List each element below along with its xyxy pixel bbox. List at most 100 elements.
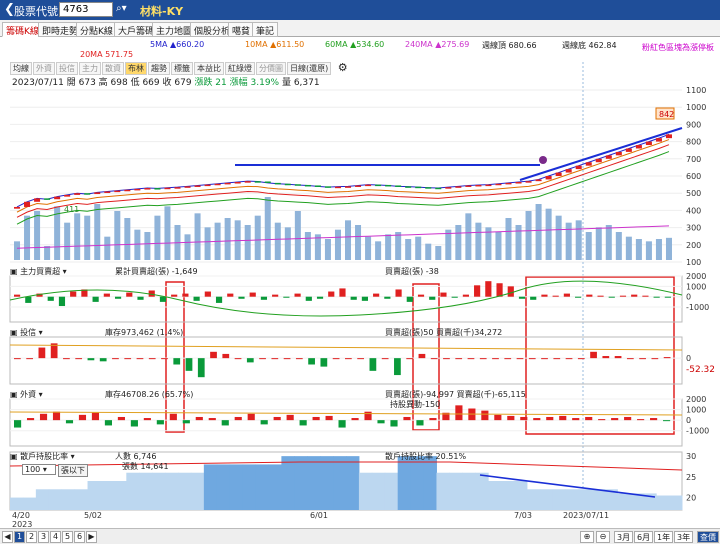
range-3y[interactable]: 3年	[674, 531, 694, 543]
net-bar	[260, 420, 268, 425]
volume-bar	[104, 236, 111, 260]
candle	[174, 187, 181, 189]
net-bar	[357, 358, 365, 360]
y-tick-label: 300	[686, 224, 701, 233]
y-tick-label: 0	[686, 416, 691, 425]
zoom-out-icon[interactable]: ⊖	[596, 531, 610, 543]
panel-trust-title[interactable]: ▣ 投信 ▾	[10, 327, 43, 338]
panel-foreign-title[interactable]: ▣ 外資 ▾	[10, 389, 43, 400]
panel-retail-shares: 張數 14,641	[122, 462, 169, 471]
retail-threshold-select[interactable]: 100 ▾	[22, 464, 56, 475]
net-bar	[559, 415, 567, 421]
volume-bar	[14, 241, 21, 260]
net-bar	[416, 420, 424, 426]
volume-bar	[314, 234, 321, 260]
price-query-button[interactable]: 查價	[697, 531, 719, 543]
settings-gear-icon[interactable]: ⚙	[338, 61, 348, 74]
tab-chip-kline[interactable]: 籌碼K線	[2, 22, 43, 37]
retail-area	[604, 489, 618, 510]
panel-main-force-title[interactable]: ▣ 主力買賣超 ▾	[10, 266, 67, 277]
page-3[interactable]: 3	[38, 531, 49, 543]
net-bar	[299, 420, 307, 426]
candle	[134, 188, 141, 191]
net-bar	[650, 418, 658, 421]
highlight-box	[525, 276, 675, 435]
volume-bar	[144, 232, 151, 260]
volume-bar	[515, 225, 522, 260]
ma20-label: 20MA 571.75	[80, 50, 134, 59]
toolbar-traffic[interactable]: 紅綠燈	[225, 62, 255, 75]
tab-branch-kline[interactable]: 分點K線	[76, 22, 117, 37]
toolbar-period-select[interactable]: 日線(還原)	[287, 62, 332, 75]
net-bar	[193, 296, 200, 301]
net-bar	[173, 358, 181, 365]
volume-bar	[365, 236, 372, 260]
tab-misc[interactable]: 噶貧	[228, 22, 255, 37]
net-bar	[161, 358, 168, 360]
page-1[interactable]: 1	[14, 531, 25, 543]
toolbar-foreign[interactable]: 外資	[33, 62, 55, 75]
range-1y[interactable]: 1年	[654, 531, 674, 543]
net-bar	[312, 416, 320, 421]
net-bar	[99, 358, 107, 362]
page-6[interactable]: 6	[74, 531, 85, 543]
candle	[264, 181, 271, 184]
page-5[interactable]: 5	[62, 531, 73, 543]
retail-area	[565, 489, 580, 510]
toolbar-main[interactable]: 主力	[79, 62, 101, 75]
retail-area	[526, 489, 541, 510]
net-bar	[653, 296, 660, 298]
candle	[405, 186, 412, 188]
info-change: 漲跌 21	[194, 78, 227, 88]
page-2[interactable]: 2	[26, 531, 37, 543]
net-bar	[516, 358, 524, 360]
retail-area	[139, 472, 153, 510]
net-bar	[518, 296, 526, 299]
page-4[interactable]: 4	[50, 531, 61, 543]
toolbar-bollinger[interactable]: 布林	[125, 62, 147, 75]
toolbar-retail[interactable]: 散資	[102, 62, 124, 75]
candle	[615, 151, 622, 156]
toolbar-trend[interactable]: 趨勢	[148, 62, 170, 75]
volume-bar	[605, 225, 612, 260]
net-bar	[541, 358, 548, 360]
toolbar-trust[interactable]: 投信	[56, 62, 78, 75]
net-bar	[14, 294, 21, 297]
signal-marker	[539, 156, 547, 164]
zoom-in-icon[interactable]: ⊕	[580, 531, 594, 543]
net-bar	[169, 413, 177, 421]
toolbar-tag[interactable]: 標籤	[171, 62, 193, 75]
net-bar	[443, 358, 450, 360]
net-bar	[430, 358, 438, 360]
scroll-right-button[interactable]: ▶	[86, 531, 97, 543]
net-bar	[418, 353, 426, 359]
candle	[144, 188, 151, 190]
volume-bar	[465, 213, 472, 260]
volume-bar	[284, 227, 291, 260]
tab-notes[interactable]: 筆記	[252, 22, 279, 37]
volume-bar	[254, 215, 261, 260]
toolbar-pe[interactable]: 本益比	[194, 62, 224, 75]
ma60-line	[16, 151, 670, 225]
toolbar-price-dist[interactable]: 分價圖	[256, 62, 286, 75]
panel-retail-title[interactable]: ▣ 散戶持股比率 ▾	[10, 451, 75, 462]
panel-frame	[9, 451, 683, 511]
net-bar	[394, 358, 401, 376]
retail-area	[346, 456, 360, 510]
candle	[435, 187, 442, 190]
y-tick-label: 1000	[686, 103, 706, 112]
range-6m[interactable]: 6月	[634, 531, 654, 543]
volume-bar	[435, 246, 442, 260]
net-bar	[308, 358, 315, 365]
range-3m[interactable]: 3月	[614, 531, 634, 543]
net-bar	[664, 296, 671, 298]
toolbar-ma[interactable]: 均線	[10, 62, 32, 75]
candle	[585, 162, 592, 166]
net-bar	[608, 296, 615, 298]
retail-area	[358, 472, 373, 510]
search-icon[interactable]: ⌕▾	[116, 3, 127, 14]
net-bar	[39, 413, 48, 421]
net-bar	[507, 286, 514, 297]
scroll-left-button[interactable]: ◀	[2, 531, 13, 543]
stock-code-input[interactable]: 4763	[59, 2, 113, 17]
